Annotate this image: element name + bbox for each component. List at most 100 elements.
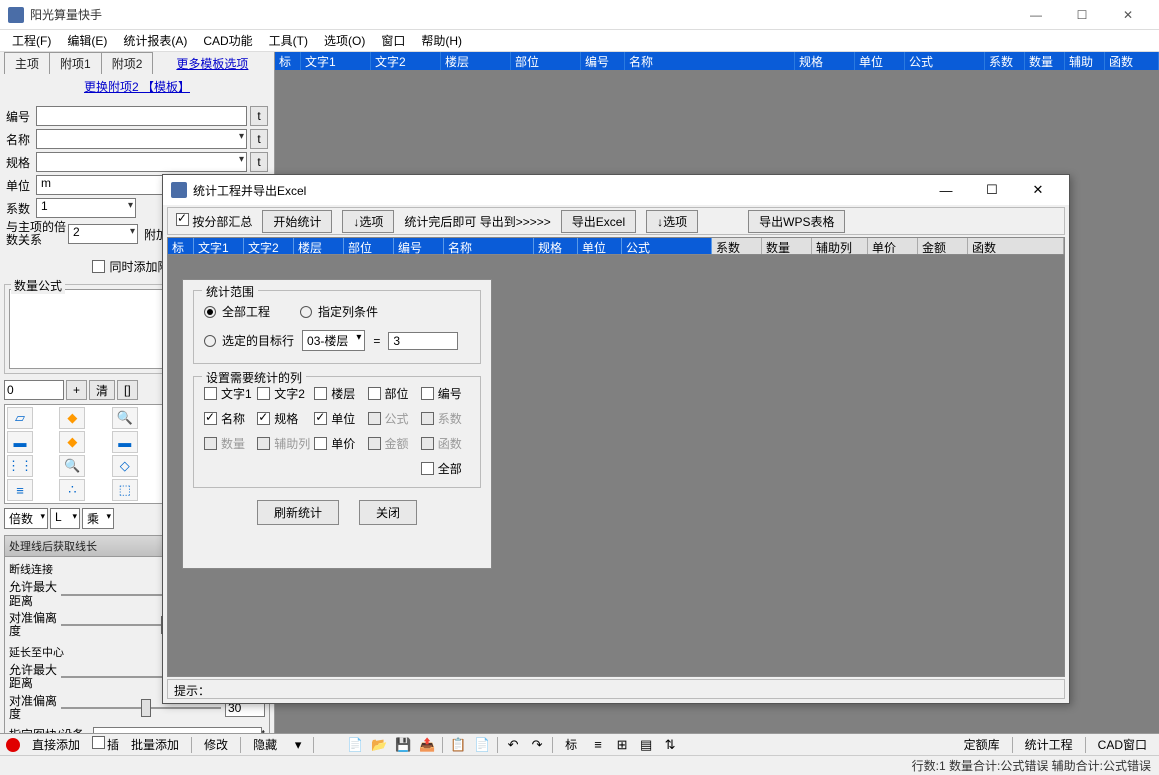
- menu-edit[interactable]: 编辑(E): [59, 30, 115, 51]
- chk-gg[interactable]: 规格: [257, 410, 310, 427]
- col-wz2[interactable]: 文字2: [371, 52, 441, 70]
- col-gg[interactable]: 规格: [795, 52, 855, 70]
- dcol-dj[interactable]: 单价: [868, 238, 918, 254]
- dcol-bh[interactable]: 编号: [394, 238, 444, 254]
- more-template-link[interactable]: 更多模板选项: [172, 53, 252, 74]
- combo-beishu[interactable]: 2: [68, 224, 138, 244]
- combo-L[interactable]: L: [50, 508, 80, 529]
- chk-anfenbu[interactable]: [176, 213, 189, 226]
- col-sl[interactable]: 数量: [1025, 52, 1065, 70]
- chk-bw[interactable]: 部位: [368, 385, 417, 402]
- expr-input[interactable]: [4, 380, 64, 400]
- menu-options[interactable]: 选项(O): [316, 30, 373, 51]
- menu-file[interactable]: 工程(F): [4, 30, 59, 51]
- dcol-hs[interactable]: 函数: [968, 238, 1064, 254]
- tool-2[interactable]: ◆: [59, 407, 85, 429]
- close-button[interactable]: ✕: [1105, 0, 1151, 30]
- tool-6[interactable]: ▬: [7, 431, 33, 453]
- dialog-minimize[interactable]: —: [923, 175, 969, 205]
- btn-refresh-stat[interactable]: 刷新统计: [257, 500, 339, 525]
- undo-icon[interactable]: ↶: [504, 736, 522, 754]
- dcol-xs[interactable]: 系数: [712, 238, 762, 254]
- slider-align2[interactable]: [61, 707, 221, 709]
- chk-lc[interactable]: 楼层: [314, 385, 363, 402]
- input-bianhao[interactable]: [36, 106, 247, 126]
- dcol-gs[interactable]: 公式: [622, 238, 712, 254]
- btn-dinge[interactable]: 定额库: [958, 735, 1006, 754]
- radio-selrow[interactable]: [204, 335, 216, 347]
- chk-qb[interactable]: 全部: [421, 460, 470, 477]
- btn-batch-add[interactable]: 批量添加: [125, 735, 185, 754]
- btn-tongji[interactable]: 统计工程: [1019, 735, 1079, 754]
- dcol-wz1[interactable]: 文字1: [194, 238, 244, 254]
- radio-all[interactable]: [204, 306, 216, 318]
- btn-direct-add[interactable]: 直接添加: [26, 735, 86, 754]
- new-icon[interactable]: 📄: [346, 736, 364, 754]
- col-gs[interactable]: 公式: [905, 52, 985, 70]
- chk-dj[interactable]: 单价: [314, 435, 363, 452]
- chk-wz2[interactable]: 文字2: [257, 385, 310, 402]
- btn-mingcheng-t[interactable]: t: [250, 129, 268, 149]
- export-icon[interactable]: 📤: [418, 736, 436, 754]
- sort-icon[interactable]: ⇅: [661, 736, 679, 754]
- dcol-mc[interactable]: 名称: [444, 238, 534, 254]
- dcol-wz2[interactable]: 文字2: [244, 238, 294, 254]
- combo-cheng[interactable]: 乘: [82, 508, 114, 529]
- col-xs[interactable]: 系数: [985, 52, 1025, 70]
- dcol-sl[interactable]: 数量: [762, 238, 812, 254]
- tool-3[interactable]: 🔍: [112, 407, 138, 429]
- dcol-dw[interactable]: 单位: [578, 238, 622, 254]
- menu-cad[interactable]: CAD功能: [195, 30, 260, 51]
- chk-anfenbu-label[interactable]: 按分部汇总: [176, 213, 252, 230]
- list-icon[interactable]: ≡: [589, 736, 607, 754]
- tool-12[interactable]: 🔍: [59, 455, 85, 477]
- chevron-down-icon[interactable]: ▾: [289, 736, 307, 754]
- btn-guige-t[interactable]: t: [250, 152, 268, 172]
- radio-selrow-row[interactable]: 选定的目标行: [204, 332, 294, 349]
- btn-cadwin[interactable]: CAD窗口: [1092, 735, 1153, 754]
- chk-bh[interactable]: 编号: [421, 385, 470, 402]
- dialog-close[interactable]: ✕: [1015, 175, 1061, 205]
- tool-11[interactable]: ⋮⋮: [7, 455, 33, 477]
- radio-cond[interactable]: [300, 306, 312, 318]
- chk-insert[interactable]: [92, 736, 105, 749]
- dcol-bw[interactable]: 部位: [344, 238, 394, 254]
- combo-guige[interactable]: [36, 152, 247, 172]
- radio-cond-row[interactable]: 指定列条件: [300, 303, 378, 320]
- dcol-je[interactable]: 金额: [918, 238, 968, 254]
- btn-options2[interactable]: ↓选项: [646, 210, 698, 233]
- save-icon[interactable]: 💾: [394, 736, 412, 754]
- copy-icon[interactable]: 📋: [449, 736, 467, 754]
- minimize-button[interactable]: —: [1013, 0, 1059, 30]
- chk-wz1[interactable]: 文字1: [204, 385, 253, 402]
- paste-icon[interactable]: 📄: [473, 736, 491, 754]
- menu-help[interactable]: 帮助(H): [413, 30, 470, 51]
- col-lc[interactable]: 楼层: [441, 52, 511, 70]
- btn-bracket[interactable]: []: [117, 380, 138, 400]
- tool-7[interactable]: ◆: [59, 431, 85, 453]
- dialog-maximize[interactable]: ☐: [969, 175, 1015, 205]
- btn-hide[interactable]: 隐藏: [247, 735, 283, 754]
- radio-all-row[interactable]: 全部工程: [204, 303, 270, 320]
- filter-icon[interactable]: ▤: [637, 736, 655, 754]
- col-biao[interactable]: 标: [275, 52, 301, 70]
- btn-biao[interactable]: 标: [559, 735, 583, 754]
- btn-clear[interactable]: 清: [89, 380, 115, 400]
- dcol-fz[interactable]: 辅助列: [812, 238, 868, 254]
- tab-sub1[interactable]: 附项1: [49, 52, 102, 74]
- dcol-biao[interactable]: 标: [168, 238, 194, 254]
- btn-options1[interactable]: ↓选项: [342, 210, 394, 233]
- col-mc[interactable]: 名称: [625, 52, 795, 70]
- input-cond-val[interactable]: [388, 332, 458, 350]
- combo-mingcheng[interactable]: [36, 129, 247, 149]
- col-bh[interactable]: 编号: [581, 52, 625, 70]
- tab-main[interactable]: 主项: [4, 52, 50, 74]
- grid-icon[interactable]: ⊞: [613, 736, 631, 754]
- combo-cond-col[interactable]: 03-楼层: [302, 330, 365, 351]
- tool-16[interactable]: ≡: [7, 479, 33, 501]
- maximize-button[interactable]: ☐: [1059, 0, 1105, 30]
- btn-close-panel[interactable]: 关闭: [359, 500, 417, 525]
- open-icon[interactable]: 📂: [370, 736, 388, 754]
- col-bw[interactable]: 部位: [511, 52, 581, 70]
- tool-8[interactable]: ▬: [112, 431, 138, 453]
